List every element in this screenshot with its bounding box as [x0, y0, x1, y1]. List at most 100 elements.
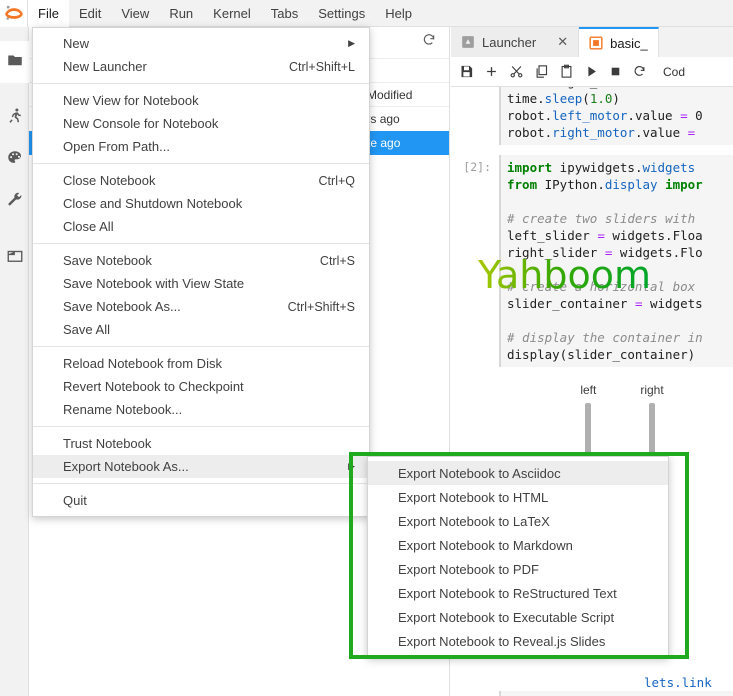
menu-item-close-shutdown-label: Close and Shutdown Notebook [63, 196, 243, 211]
menu-item-export-script-label: Export Notebook to Executable Script [398, 609, 615, 625]
menu-item-export-pdf[interactable]: Export Notebook to PDF [368, 557, 668, 581]
jupyter-logo-icon [0, 0, 28, 27]
menu-item-rename-notebook[interactable]: Rename Notebook... [33, 398, 369, 421]
folder-icon [6, 51, 24, 74]
menu-item-close-all-label: Close All [63, 219, 114, 234]
sidebar-item-file-browser[interactable] [0, 41, 29, 83]
menu-divider [33, 83, 369, 84]
menu-item-save-as-shortcut: Ctrl+Shift+S [287, 299, 355, 314]
menu-edit-label: Edit [78, 5, 102, 21]
menu-help[interactable]: Help [375, 0, 422, 27]
menu-item-close-notebook[interactable]: Close Notebook Ctrl+Q [33, 169, 369, 192]
menu-item-new-launcher-shortcut: Ctrl+Shift+L [288, 59, 355, 74]
tab-notebook[interactable]: basic_ [579, 27, 659, 57]
menu-divider [33, 426, 369, 427]
menu-item-close-notebook-shortcut: Ctrl+Q [318, 173, 355, 188]
menu-item-export-notebook-as[interactable]: Export Notebook As... ▶ [33, 455, 369, 478]
menu-item-reload-label: Reload Notebook from Disk [63, 356, 222, 371]
menu-item-save-notebook-as[interactable]: Save Notebook As... Ctrl+Shift+S [33, 295, 369, 318]
play-icon[interactable] [584, 64, 599, 79]
menu-item-export-markdown[interactable]: Export Notebook to Markdown [368, 533, 668, 557]
menu-item-new-view-for-notebook[interactable]: New View for Notebook [33, 89, 369, 112]
cell-prompt [451, 87, 499, 145]
menu-run[interactable]: Run [159, 0, 203, 27]
menu-item-export-asciidoc[interactable]: Export Notebook to Asciidoc [368, 461, 668, 485]
menu-view[interactable]: View [111, 0, 159, 27]
sidebar-item-open-tabs[interactable] [0, 237, 29, 279]
copy-icon[interactable] [534, 64, 549, 79]
menu-item-revert-notebook-to-checkpoint[interactable]: Revert Notebook to Checkpoint [33, 375, 369, 398]
menu-run-label: Run [169, 5, 194, 21]
notebook-toolbar: Cod [451, 57, 733, 87]
menu-divider [33, 243, 369, 244]
notebook-cell[interactable]: right_link = traitlets.lin [451, 691, 733, 696]
menu-item-quit[interactable]: Quit [33, 489, 369, 512]
menu-item-export-html[interactable]: Export Notebook to HTML [368, 485, 668, 509]
menu-item-open-from-path-label: Open From Path... [63, 139, 170, 154]
cell-type-select[interactable]: Cod [663, 65, 685, 79]
menu-item-save-all[interactable]: Save All [33, 318, 369, 341]
notebook-cell[interactable]: robot.right_motor.value = time.sleep(1.0… [451, 87, 733, 145]
slider-left-label: left [580, 383, 597, 397]
notebook-cell[interactable]: [2]: import ipywidgets.widgets from IPyt… [451, 155, 733, 367]
menu-item-close-all[interactable]: Close All [33, 215, 369, 238]
menu-item-save-notebook-with-view-state[interactable]: Save Notebook with View State [33, 272, 369, 295]
sidebar-item-running[interactable] [0, 97, 29, 139]
cell-input[interactable]: import ipywidgets.widgets from IPython.d… [499, 155, 733, 367]
menu-item-export-latex-label: Export Notebook to LaTeX [398, 513, 550, 529]
menu-settings[interactable]: Settings [308, 0, 375, 27]
stop-icon[interactable] [609, 65, 622, 78]
menu-item-save-view-state-label: Save Notebook with View State [63, 276, 245, 291]
tabs-icon [6, 247, 24, 270]
menu-item-export-label: Export Notebook As... [63, 459, 189, 474]
menu-divider [33, 346, 369, 347]
sidebar-item-property-inspector[interactable] [0, 181, 29, 223]
close-icon[interactable]: ✕ [557, 34, 568, 50]
plus-icon[interactable] [484, 64, 499, 79]
menu-item-new-console-for-notebook[interactable]: New Console for Notebook [33, 112, 369, 135]
menu-file-label: File [38, 5, 59, 21]
menu-item-reload-notebook-from-disk[interactable]: Reload Notebook from Disk [33, 352, 369, 375]
notebook-icon [589, 36, 603, 50]
activity-bar [0, 27, 29, 696]
save-icon[interactable] [459, 64, 474, 79]
menu-tabs[interactable]: Tabs [261, 0, 308, 27]
menu-item-trust-notebook[interactable]: Trust Notebook [33, 432, 369, 455]
menu-item-export-revealjs-slides[interactable]: Export Notebook to Reveal.js Slides [368, 629, 668, 653]
chevron-right-icon: ▶ [348, 38, 355, 48]
menu-bar: File Edit View Run Kernel Tabs Settings … [0, 0, 733, 27]
launcher-icon [461, 35, 475, 49]
cell-prompt [451, 691, 499, 696]
tab-launcher[interactable]: Launcher ✕ [451, 27, 580, 57]
menu-item-save-notebook[interactable]: Save Notebook Ctrl+S [33, 249, 369, 272]
menu-item-quit-label: Quit [63, 493, 87, 508]
paste-icon[interactable] [559, 64, 574, 79]
menu-item-new-view-label: New View for Notebook [63, 93, 199, 108]
menu-item-open-from-path[interactable]: Open From Path... [33, 135, 369, 158]
sidebar-item-command-palette[interactable] [0, 139, 29, 181]
menu-item-export-executable-script[interactable]: Export Notebook to Executable Script [368, 605, 668, 629]
menu-edit[interactable]: Edit [69, 0, 111, 27]
menu-kernel[interactable]: Kernel [203, 0, 261, 27]
scissors-icon[interactable] [509, 64, 524, 79]
menu-file[interactable]: File [28, 0, 69, 27]
cell-input[interactable]: right_link = traitlets.lin [499, 691, 733, 696]
menu-item-close-notebook-label: Close Notebook [63, 173, 156, 188]
cell-input[interactable]: robot.right_motor.value = time.sleep(1.0… [499, 87, 733, 145]
cell-prompt: [2]: [463, 160, 491, 174]
menu-item-export-restructured-text[interactable]: Export Notebook to ReStructured Text [368, 581, 668, 605]
menu-help-label: Help [385, 5, 412, 21]
tab-bar: Launcher ✕ basic_ [451, 27, 733, 57]
menu-item-new-launcher-label: New Launcher [63, 59, 147, 74]
menu-item-save-as-label: Save Notebook As... [63, 299, 181, 314]
menu-item-export-rst-label: Export Notebook to ReStructured Text [398, 585, 617, 601]
menu-item-new[interactable]: New ▶ [33, 32, 369, 55]
menu-item-close-and-shutdown-notebook[interactable]: Close and Shutdown Notebook [33, 192, 369, 215]
menu-item-export-revealjs-label: Export Notebook to Reveal.js Slides [398, 633, 606, 649]
menu-item-export-pdf-label: Export Notebook to PDF [398, 561, 539, 577]
menu-item-new-launcher[interactable]: New Launcher Ctrl+Shift+L [33, 55, 369, 78]
restart-icon[interactable] [632, 64, 647, 79]
refresh-icon[interactable] [421, 32, 437, 53]
tab-notebook-label: basic_ [610, 35, 648, 51]
menu-item-export-latex[interactable]: Export Notebook to LaTeX [368, 509, 668, 533]
